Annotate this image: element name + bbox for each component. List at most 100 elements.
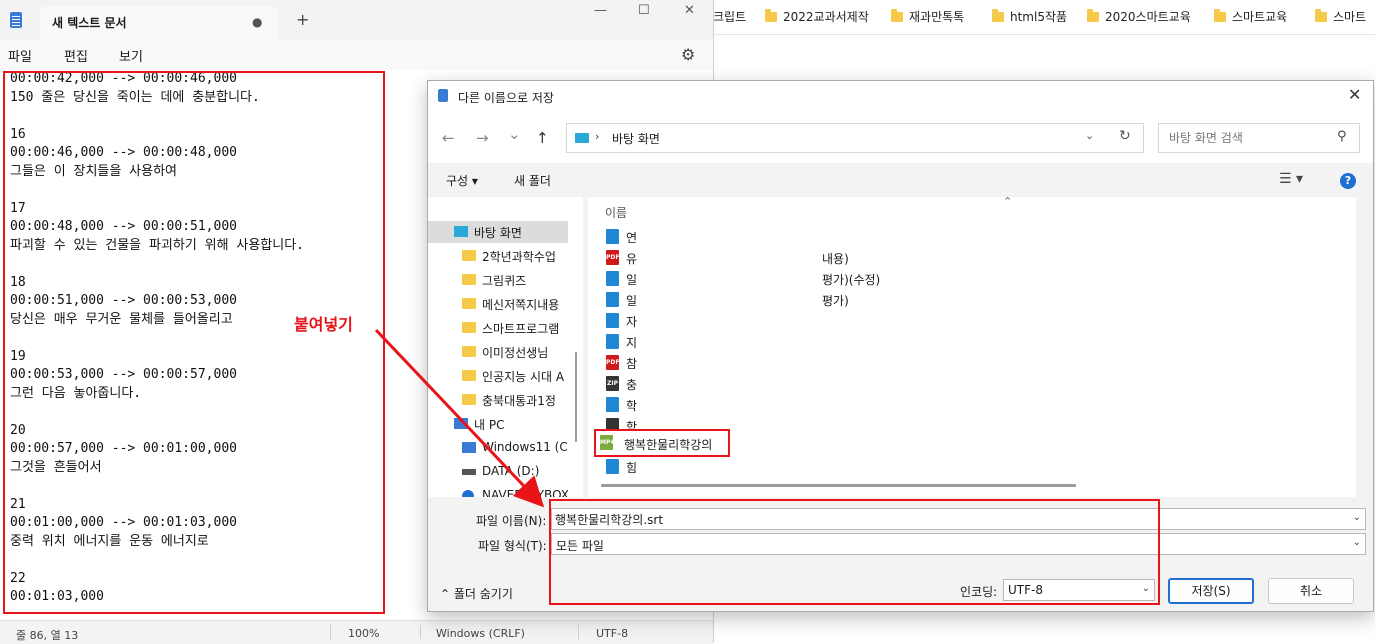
refresh-icon[interactable]: ↻: [1119, 128, 1131, 144]
windows-drive-icon: [462, 442, 476, 453]
naver-mybox-icon: [462, 490, 474, 497]
up-arrow-icon[interactable]: ↑: [536, 129, 549, 147]
file-name-tail: 평가): [822, 294, 849, 308]
highlight-box-save-fields: [549, 499, 1160, 605]
view-options-icon[interactable]: ☰ ▾: [1279, 171, 1303, 187]
nav-item-this-pc[interactable]: 내 PC: [428, 413, 568, 435]
bookmark-label: 2022교과서제작: [783, 10, 869, 24]
file-name: 힘: [626, 461, 638, 475]
highlighted-file-row[interactable]: MP4 행복한물리학강의: [594, 429, 730, 457]
nav-item-label: NAVER MYBOX: [482, 488, 568, 497]
dialog-navbar: ← → ⌄ ↑ › 바탕 화면 ⌄ ↻ ⚲: [428, 111, 1373, 163]
folder-icon: [1087, 9, 1099, 22]
folder-icon: [462, 394, 476, 405]
file-name: 참: [626, 357, 638, 371]
tab-title: 새 텍스트 문서: [52, 16, 127, 30]
new-folder-button[interactable]: 새 폴더: [514, 172, 551, 189]
forward-arrow-icon[interactable]: →: [476, 129, 489, 147]
nav-item-desktop[interactable]: 바탕 화면: [428, 221, 568, 243]
drive-icon: [462, 469, 476, 475]
bookmark-label: 2020스마트교육: [1105, 10, 1191, 24]
file-name: 지: [626, 336, 638, 350]
dialog-close-button[interactable]: ✕: [1348, 85, 1361, 104]
filename-dropdown-icon[interactable]: ⌄: [1353, 512, 1361, 523]
paste-annotation-label: 붙여넣기: [292, 311, 355, 335]
bookmark-item[interactable]: 2020스마트교육: [1087, 8, 1191, 26]
nav-item-folder[interactable]: 그림퀴즈: [428, 269, 568, 291]
nav-item-folder[interactable]: 충북대통과1정: [428, 389, 568, 411]
highlight-box-text: [3, 71, 385, 614]
file-name: 일: [626, 294, 638, 308]
cursor-position: 줄 86, 열 13: [16, 629, 79, 642]
nav-item-folder[interactable]: 인공지능 시대 A: [428, 365, 568, 387]
bookmark-item[interactable]: 2022교과서제작: [765, 8, 869, 26]
search-input[interactable]: [1159, 124, 1339, 152]
folder-icon: [1315, 9, 1327, 22]
nav-item-folder[interactable]: 이미정선생님: [428, 341, 568, 363]
hide-folders-button[interactable]: ⌃ 폴더 숨기기: [440, 585, 513, 602]
cancel-button[interactable]: 취소: [1268, 578, 1354, 604]
zoom-level: 100%: [348, 627, 380, 640]
nav-item-naver-mybox[interactable]: NAVER MYBOX: [428, 485, 568, 497]
nav-item-drive-d[interactable]: DATA (D:): [428, 461, 568, 483]
dialog-toolbar: 구성 ▾ 새 폴더 ☰ ▾ ?: [428, 163, 1373, 197]
status-divider: [578, 625, 579, 639]
desktop-icon: [575, 133, 589, 143]
file-name: 충: [626, 378, 638, 392]
nav-item-drive-c[interactable]: Windows11 (C:): [428, 437, 568, 459]
bookmark-label: 스마트: [1333, 10, 1367, 24]
settings-gear-icon[interactable]: ⚙: [681, 45, 695, 64]
help-icon[interactable]: ?: [1340, 173, 1356, 189]
back-arrow-icon[interactable]: ←: [442, 129, 455, 147]
filetype-dropdown-icon[interactable]: ⌄: [1353, 537, 1361, 548]
breadcrumb-current[interactable]: 바탕 화면: [612, 130, 660, 147]
notepad-tab[interactable]: 새 텍스트 문서 ●: [40, 6, 278, 40]
maximize-button[interactable]: ☐: [638, 3, 650, 18]
dialog-title: 다른 이름으로 저장: [458, 91, 554, 105]
folder-icon: [462, 370, 476, 381]
horizontal-scrollbar[interactable]: [601, 484, 1076, 487]
line-ending: Windows (CRLF): [436, 627, 525, 640]
nav-item-label: 충북대통과1정: [482, 394, 556, 408]
folder-icon: [462, 298, 476, 309]
new-tab-button[interactable]: +: [296, 10, 309, 29]
file-name: 행복한물리학강의: [624, 438, 713, 452]
menu-view[interactable]: 보기: [119, 46, 143, 65]
bookmark-item[interactable]: html5작품: [992, 8, 1067, 26]
file-name: 자: [626, 315, 638, 329]
nav-pane-scrollbar[interactable]: [575, 352, 577, 442]
pdf-file-icon: PDF: [606, 355, 619, 370]
menu-file[interactable]: 파일: [8, 46, 32, 65]
notepad-app-icon: [10, 12, 22, 28]
document-file-icon: [606, 229, 619, 244]
bookmark-item[interactable]: 크립트: [713, 8, 746, 26]
sort-chevron-icon[interactable]: ⌃: [1003, 197, 1012, 208]
bookmark-item[interactable]: 스마트: [1315, 8, 1366, 26]
status-divider: [330, 625, 331, 639]
bookmark-item[interactable]: 재과만톡톡: [891, 8, 964, 26]
nav-item-label: 바탕 화면: [474, 226, 522, 240]
column-header-name[interactable]: 이름: [605, 204, 627, 221]
nav-item-label: 메신저쪽지내용: [482, 298, 560, 312]
close-button[interactable]: ✕: [684, 3, 695, 18]
nav-item-folder[interactable]: 메신저쪽지내용: [428, 293, 568, 315]
search-icon[interactable]: ⚲: [1337, 129, 1347, 144]
save-button[interactable]: 저장(S): [1168, 578, 1254, 604]
unsaved-dot-icon[interactable]: ●: [252, 15, 262, 29]
address-dropdown-icon[interactable]: ⌄: [1085, 129, 1094, 142]
folder-icon: [765, 9, 777, 22]
nav-item-folder[interactable]: 스마트프로그램: [428, 317, 568, 339]
bookmark-item[interactable]: 스마트교육: [1214, 8, 1287, 26]
recent-locations-chevron-icon[interactable]: ⌄: [508, 125, 521, 143]
breadcrumb-chevron-icon[interactable]: ›: [595, 130, 599, 143]
nav-item-folder[interactable]: 2학년과학수업: [428, 245, 568, 267]
nav-item-label: 그림퀴즈: [482, 274, 527, 288]
minimize-button[interactable]: —: [594, 3, 607, 18]
bookmark-label: 재과만톡톡: [909, 10, 965, 24]
hwp-file-icon: [606, 459, 619, 474]
organize-button[interactable]: 구성 ▾: [446, 172, 478, 189]
nav-item-label: 이미정선생님: [482, 346, 549, 360]
menu-edit[interactable]: 편집: [64, 46, 88, 65]
address-bar[interactable]: › 바탕 화면 ⌄ ↻: [566, 123, 1144, 153]
nav-item-label: Windows11 (C:): [482, 440, 568, 454]
